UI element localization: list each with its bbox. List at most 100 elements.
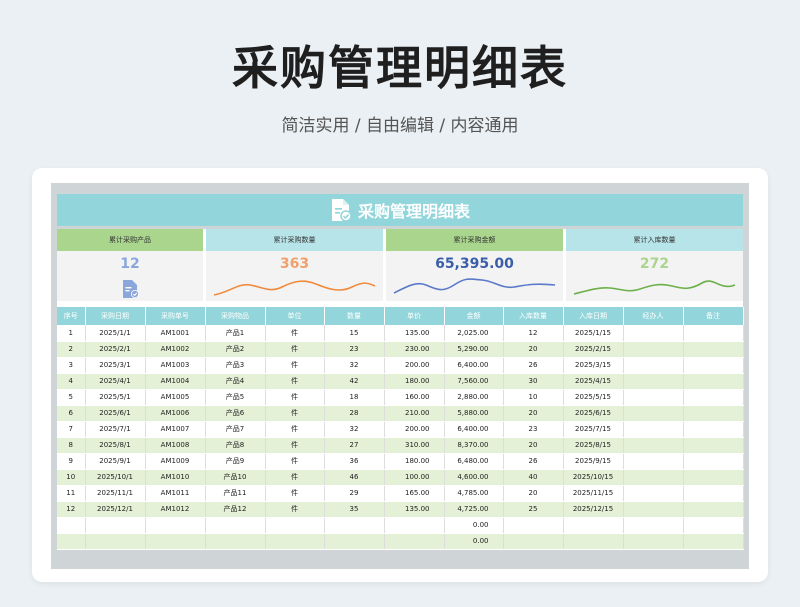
- table-cell[interactable]: 2025/5/1: [85, 389, 146, 406]
- table-cell[interactable]: 6,480.00: [444, 453, 504, 470]
- table-cell[interactable]: [683, 437, 744, 454]
- table-cell[interactable]: 310.00: [384, 437, 445, 454]
- table-cell[interactable]: [623, 389, 684, 406]
- table-cell[interactable]: [503, 517, 564, 534]
- table-cell[interactable]: 200.00: [384, 421, 445, 438]
- table-cell[interactable]: 8: [57, 437, 86, 454]
- table-cell[interactable]: 2025/12/1: [85, 501, 146, 518]
- table-cell[interactable]: 3: [57, 357, 86, 374]
- table-cell[interactable]: 210.00: [384, 405, 445, 422]
- table-cell[interactable]: 产品11: [205, 485, 266, 502]
- table-cell[interactable]: 26: [503, 453, 564, 470]
- table-cell[interactable]: 27: [324, 437, 385, 454]
- table-cell[interactable]: 件: [265, 469, 325, 486]
- table-cell[interactable]: 件: [265, 325, 325, 342]
- table-cell[interactable]: 件: [265, 485, 325, 502]
- table-cell[interactable]: 2025/5/15: [563, 389, 624, 406]
- table-cell[interactable]: 产品9: [205, 453, 266, 470]
- table-cell[interactable]: 产品5: [205, 389, 266, 406]
- table-cell[interactable]: [57, 517, 86, 534]
- table-cell[interactable]: [683, 341, 744, 358]
- table-cell[interactable]: 件: [265, 437, 325, 454]
- table-cell[interactable]: 35: [324, 501, 385, 518]
- table-cell[interactable]: 20: [503, 405, 564, 422]
- table-cell[interactable]: AM1008: [145, 437, 206, 454]
- table-cell[interactable]: [623, 421, 684, 438]
- table-cell[interactable]: 2025/8/15: [563, 437, 624, 454]
- table-cell[interactable]: [145, 517, 206, 534]
- table-cell[interactable]: [623, 501, 684, 518]
- table-cell[interactable]: 42: [324, 373, 385, 390]
- table-cell[interactable]: [683, 373, 744, 390]
- table-cell[interactable]: 18: [324, 389, 385, 406]
- table-cell[interactable]: 0.00: [444, 533, 504, 550]
- table-cell[interactable]: 产品12: [205, 501, 266, 518]
- table-cell[interactable]: [57, 533, 86, 550]
- table-cell[interactable]: 2025/10/1: [85, 469, 146, 486]
- table-cell[interactable]: [683, 469, 744, 486]
- table-cell[interactable]: [623, 373, 684, 390]
- table-cell[interactable]: 2025/10/15: [563, 469, 624, 486]
- table-cell[interactable]: 件: [265, 357, 325, 374]
- table-cell[interactable]: 2025/3/15: [563, 357, 624, 374]
- table-cell[interactable]: 件: [265, 389, 325, 406]
- table-cell[interactable]: [683, 357, 744, 374]
- table-cell[interactable]: AM1012: [145, 501, 206, 518]
- table-cell[interactable]: 26: [503, 357, 564, 374]
- table-cell[interactable]: [324, 517, 385, 534]
- table-cell[interactable]: 100.00: [384, 469, 445, 486]
- table-cell[interactable]: [85, 517, 146, 534]
- table-cell[interactable]: 32: [324, 421, 385, 438]
- table-cell[interactable]: 1: [57, 325, 86, 342]
- table-cell[interactable]: 2025/11/1: [85, 485, 146, 502]
- table-cell[interactable]: [623, 357, 684, 374]
- table-cell[interactable]: 20: [503, 485, 564, 502]
- table-cell[interactable]: AM1001: [145, 325, 206, 342]
- table-cell[interactable]: 0.00: [444, 517, 504, 534]
- table-cell[interactable]: 15: [324, 325, 385, 342]
- table-cell[interactable]: 件: [265, 501, 325, 518]
- table-cell[interactable]: [563, 517, 624, 534]
- table-cell[interactable]: 4,785.00: [444, 485, 504, 502]
- table-cell[interactable]: [683, 389, 744, 406]
- table-cell[interactable]: [623, 485, 684, 502]
- table-cell[interactable]: 200.00: [384, 357, 445, 374]
- table-cell[interactable]: 产品10: [205, 469, 266, 486]
- table-cell[interactable]: [623, 437, 684, 454]
- table-cell[interactable]: 10: [57, 469, 86, 486]
- table-cell[interactable]: 7: [57, 421, 86, 438]
- table-cell[interactable]: 32: [324, 357, 385, 374]
- table-cell[interactable]: [205, 517, 266, 534]
- table-cell[interactable]: 2025/8/1: [85, 437, 146, 454]
- table-cell[interactable]: 180.00: [384, 373, 445, 390]
- table-cell[interactable]: [683, 533, 744, 550]
- table-cell[interactable]: [683, 421, 744, 438]
- table-cell[interactable]: 2,025.00: [444, 325, 504, 342]
- table-cell[interactable]: 2025/7/1: [85, 421, 146, 438]
- table-cell[interactable]: 180.00: [384, 453, 445, 470]
- table-cell[interactable]: 135.00: [384, 325, 445, 342]
- table-cell[interactable]: 产品6: [205, 405, 266, 422]
- table-cell[interactable]: [623, 341, 684, 358]
- table-cell[interactable]: 2,880.00: [444, 389, 504, 406]
- table-cell[interactable]: 4,600.00: [444, 469, 504, 486]
- table-cell[interactable]: 6,400.00: [444, 421, 504, 438]
- table-cell[interactable]: 6,400.00: [444, 357, 504, 374]
- table-cell[interactable]: [683, 453, 744, 470]
- table-cell[interactable]: 46: [324, 469, 385, 486]
- table-cell[interactable]: [324, 533, 385, 550]
- table-cell[interactable]: 2025/1/1: [85, 325, 146, 342]
- table-cell[interactable]: 20: [503, 341, 564, 358]
- table-cell[interactable]: [623, 517, 684, 534]
- table-cell[interactable]: 12: [57, 501, 86, 518]
- table-cell[interactable]: AM1010: [145, 469, 206, 486]
- table-cell[interactable]: 20: [503, 437, 564, 454]
- table-cell[interactable]: 6: [57, 405, 86, 422]
- table-cell[interactable]: 产品1: [205, 325, 266, 342]
- table-cell[interactable]: 230.00: [384, 341, 445, 358]
- table-cell[interactable]: 23: [503, 421, 564, 438]
- table-cell[interactable]: 160.00: [384, 389, 445, 406]
- table-cell[interactable]: [683, 325, 744, 342]
- table-cell[interactable]: [384, 533, 445, 550]
- table-cell[interactable]: 8,370.00: [444, 437, 504, 454]
